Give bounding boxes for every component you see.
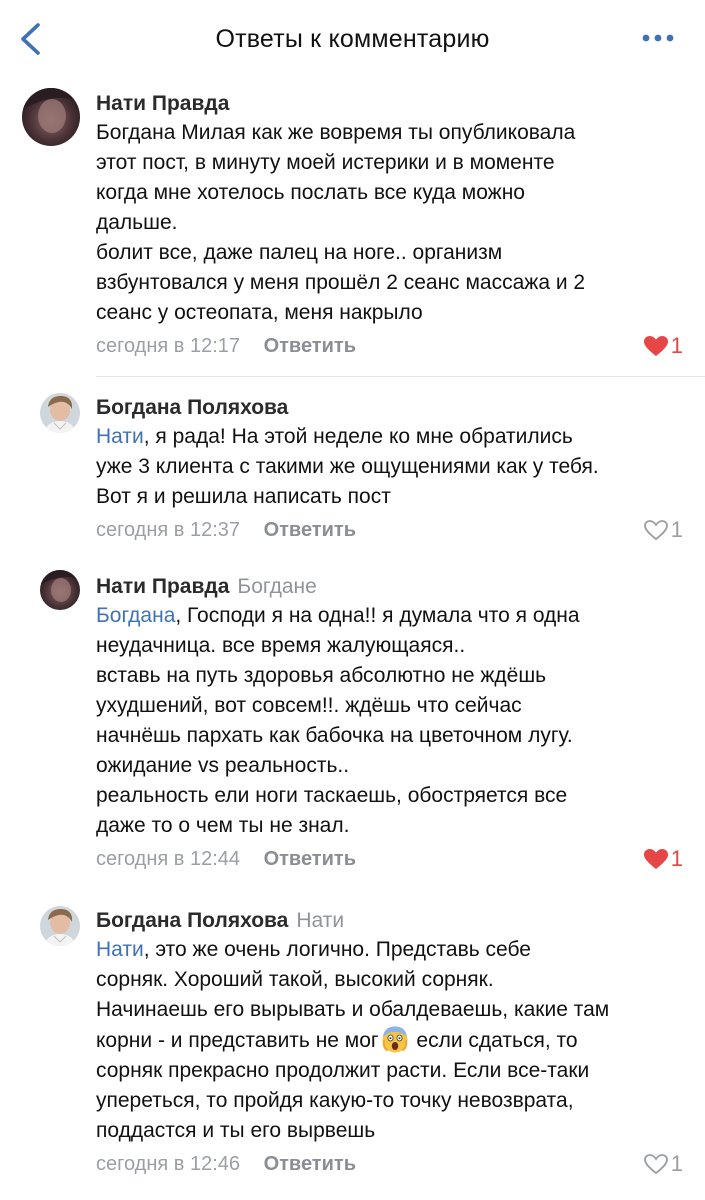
comment-meta: сегодня в 12:44 Ответить 1 bbox=[96, 843, 683, 875]
comment-text: Нати, я рада! На этой неделе ко мне обра… bbox=[96, 422, 683, 512]
like-button[interactable]: 1 bbox=[643, 843, 683, 875]
heart-filled-icon bbox=[643, 849, 668, 869]
comment-text: Богдана, Господи я на одна!! я думала чт… bbox=[96, 601, 683, 841]
avatar[interactable] bbox=[40, 906, 80, 946]
reply-button[interactable]: Ответить bbox=[264, 335, 356, 357]
avatar[interactable] bbox=[40, 393, 80, 433]
comment-author-line: Нати Правда bbox=[96, 90, 683, 118]
mention-link[interactable]: Богдана bbox=[96, 604, 175, 627]
like-button[interactable]: 1 bbox=[643, 1148, 683, 1180]
comment-item: Богдана Поляхова Нати Нати, это же очень … bbox=[0, 881, 705, 1181]
comment-text: Богдана Милая как же вовремя ты опублико… bbox=[96, 118, 683, 328]
comment-text-line: неудачница. все время жалующаяся.. bbox=[96, 634, 466, 657]
comment-author[interactable]: Нати Правда bbox=[96, 92, 229, 115]
comment-author-line: Богдана Поляхова Нати bbox=[96, 907, 683, 935]
comment-item: Нати Правда Богдане Богдана, Господи я на… bbox=[0, 547, 705, 881]
comment-text-line: даже то о чем ты не знал. bbox=[96, 814, 350, 837]
comment-author[interactable]: Богдана Поляхова bbox=[96, 909, 288, 932]
mention-link[interactable]: Нати bbox=[96, 938, 144, 961]
comment-time: сегодня в 12:37 bbox=[96, 519, 240, 541]
comment-text-fragment: , я рада! На этой неделе ко мне обратили… bbox=[143, 425, 573, 448]
like-button[interactable]: 1 bbox=[643, 330, 683, 362]
reply-button[interactable]: Ответить bbox=[264, 519, 356, 541]
like-count: 1 bbox=[670, 517, 683, 542]
mention-link[interactable]: Нати bbox=[96, 425, 144, 448]
like-button[interactable]: 1 bbox=[643, 514, 683, 546]
comment-text-fragment: если сдаться, то bbox=[410, 1029, 578, 1052]
comment-text-line: Нати, я рада! На этой неделе ко мне обра… bbox=[96, 422, 683, 452]
comment-text-line: начнёшь пархать как бабочка на цветочном… bbox=[96, 724, 573, 747]
comment-author[interactable]: Нати Правда bbox=[96, 575, 229, 598]
comment-time: сегодня в 12:44 bbox=[96, 848, 240, 870]
comment-text-line: ухудшений, вот совсем!!. ждёшь что сейча… bbox=[96, 694, 522, 717]
comment-text-line: реальность ели ноги таскаешь, обостряетс… bbox=[96, 784, 568, 807]
comment-text-line: сорняк. Хороший такой, высокий сорняк. bbox=[96, 968, 494, 991]
comment-text-line: когда мне хотелось послать все куда можн… bbox=[96, 181, 525, 204]
more-dots-icon[interactable] bbox=[641, 30, 675, 46]
comment-text-line: Начинаешь его вырывать и обалдеваешь, ка… bbox=[96, 998, 610, 1021]
comment-text-fragment: , это же очень логично. Представь себе bbox=[143, 938, 531, 961]
comment-meta: сегодня в 12:37 Ответить 1 bbox=[96, 514, 683, 546]
avatar[interactable] bbox=[22, 88, 80, 146]
comment-text: Нати, это же очень логично. Представь се… bbox=[96, 935, 683, 1146]
comment-author-line: Нати Правда Богдане bbox=[96, 573, 683, 601]
heart-outline-icon bbox=[643, 1154, 668, 1175]
comment-item: Нати Правда Богдана Милая как же вовремя… bbox=[0, 78, 705, 368]
comment-text-line: упереться, то пройдя какую-то точку нево… bbox=[96, 1089, 574, 1112]
reply-button[interactable]: Ответить bbox=[264, 1153, 356, 1175]
heart-filled-icon bbox=[643, 336, 668, 356]
comment-text-line: сорняк прекрасно продолжит расти. Если в… bbox=[96, 1059, 590, 1082]
comment-text-line: Богдана, Господи я на одна!! я думала чт… bbox=[96, 601, 683, 631]
like-count: 1 bbox=[670, 333, 683, 358]
comment-text-line: дальше. bbox=[96, 211, 178, 234]
comment-text-line: ожидание vs реальность.. bbox=[96, 754, 350, 777]
reply-to-name[interactable]: Богдане bbox=[237, 575, 316, 598]
nav-bar: Ответы к комментарию bbox=[0, 0, 705, 78]
comment-time: сегодня в 12:17 bbox=[96, 335, 240, 357]
comment-text-line: болит все, даже палец на ноге.. организм bbox=[96, 241, 503, 264]
comment-text-line: Нати, это же очень логично. Представь се… bbox=[96, 935, 683, 965]
comment-text-line: Богдана Милая как же вовремя ты опублико… bbox=[96, 121, 576, 144]
comment-text-line: этот пост, в минуту моей истерики и в мо… bbox=[96, 151, 555, 174]
comment-author[interactable]: Богдана Поляхова bbox=[96, 396, 288, 419]
comment-text-line: взбунтовался у меня прошёл 2 сеанс масса… bbox=[96, 271, 586, 294]
heart-outline-icon bbox=[643, 520, 668, 541]
comment-text-fragment: , Господи я на одна!! я думала что я одн… bbox=[175, 604, 580, 627]
comment-meta: сегодня в 12:17 Ответить 1 bbox=[96, 330, 683, 362]
screaming-face-emoji bbox=[382, 1026, 408, 1053]
page-title: Ответы к комментарию bbox=[215, 24, 490, 53]
comment-item: Богдана Поляхова Нати, я рада! На этой н… bbox=[0, 377, 705, 547]
comment-meta: сегодня в 12:46 Ответить 1 bbox=[96, 1148, 683, 1180]
chevron-left-icon[interactable] bbox=[18, 22, 44, 56]
comment-text-line: уже 3 клиента с такими же ощущениями как… bbox=[96, 455, 599, 478]
like-count: 1 bbox=[670, 846, 683, 871]
reply-to-name[interactable]: Нати bbox=[296, 909, 344, 932]
comment-text-fragment: корни - и представить не мог bbox=[96, 1029, 379, 1052]
comment-text-line: сеанс у остеопата, меня накрыло bbox=[96, 301, 423, 324]
comment-text-line: вставь на путь здоровья абсолютно не ждё… bbox=[96, 664, 547, 687]
comment-text-line: поддастся и ты его вырвешь bbox=[96, 1119, 376, 1142]
comment-text-line: Вот я и решила написать пост bbox=[96, 485, 391, 508]
avatar[interactable] bbox=[40, 570, 80, 610]
like-count: 1 bbox=[670, 1151, 683, 1176]
comment-time: сегодня в 12:46 bbox=[96, 1153, 240, 1175]
reply-button[interactable]: Ответить bbox=[264, 848, 356, 870]
comment-author-line: Богдана Поляхова bbox=[96, 394, 683, 422]
comment-text-line: корни - и представить не мог если сдатьс… bbox=[96, 1025, 683, 1056]
